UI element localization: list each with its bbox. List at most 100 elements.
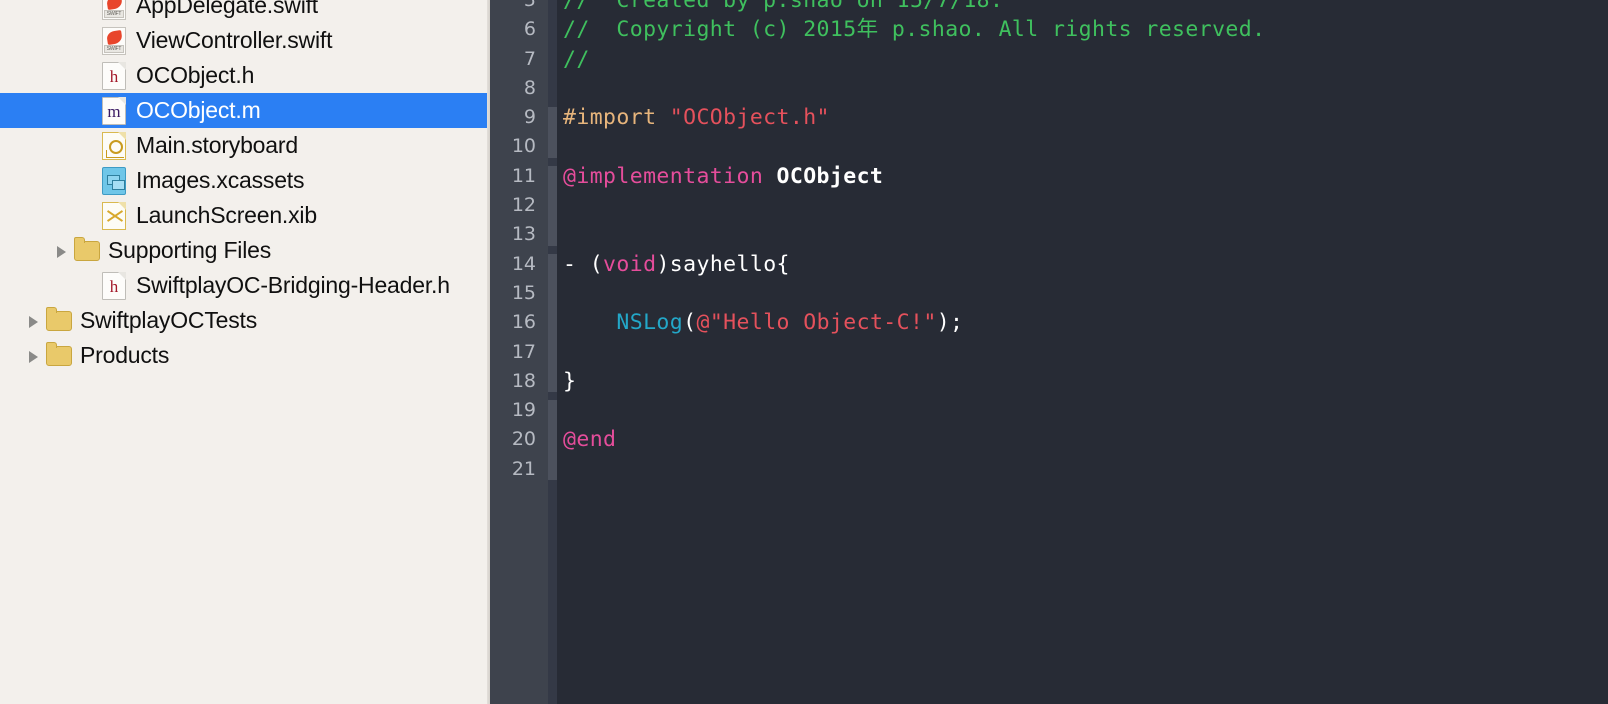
file-icon-wrap: m: [102, 96, 128, 125]
code-editor[interactable]: 5 // Created by p.shao on 15/7/18. 6 // Cop…: [490, 0, 1608, 704]
file-icon-wrap: [102, 201, 128, 230]
code-line-12[interactable]: 12: [490, 191, 1608, 220]
navigator-item-main-storyboard[interactable]: Main.storyboard: [0, 128, 490, 163]
header-file-icon: h: [102, 271, 126, 300]
file-icon-wrap: [102, 131, 128, 160]
navigator-item-supporting-files[interactable]: Supporting Files: [0, 233, 490, 268]
code-line-13[interactable]: 13: [490, 220, 1608, 249]
code-line-6[interactable]: 6 // Copyright (c) 2015年 p.shao. All righ…: [490, 15, 1608, 44]
file-icon-wrap: [74, 236, 100, 265]
line-number: 12: [511, 194, 536, 217]
code-token: @implementation: [563, 163, 777, 189]
code-token: //: [563, 46, 590, 72]
code-line-8[interactable]: 8: [490, 74, 1608, 103]
line-number: 10: [511, 135, 536, 158]
code-token: void: [603, 251, 657, 277]
code-token: #import: [563, 105, 670, 131]
code-line-20[interactable]: 20 @end: [490, 425, 1608, 454]
xib-file-icon: [102, 201, 126, 230]
navigator-item-launchscreen-xib[interactable]: LaunchScreen.xib: [0, 198, 490, 233]
navigator-item-ocobject-m[interactable]: m OCObject.m: [0, 93, 490, 128]
line-number: 9: [523, 106, 536, 129]
disclosure-triangle-icon[interactable]: [26, 348, 42, 364]
line-number: 14: [511, 252, 536, 275]
code-line-source: }: [563, 367, 576, 396]
storyboard-icon: [102, 131, 126, 160]
code-line-16[interactable]: 16 NSLog(@"Hello Object-C!");: [490, 308, 1608, 337]
code-token: );: [936, 310, 964, 336]
navigator-item-ocobject-h[interactable]: h OCObject.h: [0, 58, 490, 93]
code-line-21[interactable]: 21: [490, 455, 1608, 484]
code-token: "OCObject.h": [669, 105, 830, 131]
code-token: // Created by p.shao on 15/7/18.: [563, 0, 1004, 13]
navigator-item-products[interactable]: Products: [0, 338, 490, 373]
code-token: - (: [563, 251, 604, 277]
project-navigator-list[interactable]: SWIFT AppDelegate.swift SWIFT ViewControlle…: [0, 0, 490, 373]
folder-icon: [74, 236, 100, 261]
line-number: 5: [523, 0, 536, 11]
code-line-7[interactable]: 7 //: [490, 45, 1608, 74]
code-line-15[interactable]: 15: [490, 279, 1608, 308]
file-icon-wrap: [46, 341, 72, 370]
project-navigator[interactable]: SWIFT AppDelegate.swift SWIFT ViewControlle…: [0, 0, 490, 704]
file-icon-wrap: [102, 166, 128, 195]
code-token: // Copyright (c) 2015年 p.shao. All right…: [563, 17, 1266, 43]
disclosure-triangle-icon[interactable]: [26, 313, 42, 329]
code-line-source: // Copyright (c) 2015年 p.shao. All right…: [563, 15, 1265, 44]
file-icon-wrap: SWIFT: [102, 0, 128, 20]
code-line-11[interactable]: 11 @implementation OCObject: [490, 162, 1608, 191]
code-line-source: - (void)sayhello{: [563, 250, 790, 279]
line-number: 6: [523, 18, 536, 41]
line-number: 18: [511, 369, 536, 392]
navigator-item-viewcontroller-swift[interactable]: SWIFT ViewController.swift: [0, 23, 490, 58]
line-number: 19: [511, 399, 536, 422]
code-token: }: [563, 368, 577, 394]
swift-file-icon: SWIFT: [102, 0, 126, 20]
code-line-source: @end: [563, 425, 616, 454]
xcassets-icon: [102, 166, 126, 195]
line-number: 16: [511, 311, 536, 334]
navigator-item-images-xcassets[interactable]: Images.xcassets: [0, 163, 490, 198]
navigator-item-swiftplayoc-bridging-header-h[interactable]: h SwiftplayOC-Bridging-Header.h: [0, 268, 490, 303]
navigator-item-label: SwiftplayOCTests: [80, 307, 258, 333]
code-line-17[interactable]: 17: [490, 338, 1608, 367]
code-token: @end: [563, 427, 617, 453]
navigator-item-label: LaunchScreen.xib: [136, 202, 317, 228]
navigator-item-label: Images.xcassets: [136, 167, 305, 193]
code-line-list[interactable]: 5 // Created by p.shao on 15/7/18. 6 // Cop…: [490, 0, 1608, 484]
navigator-item-appdelegate-swift[interactable]: SWIFT AppDelegate.swift: [0, 0, 490, 23]
navigator-item-label: OCObject.m: [136, 97, 261, 123]
code-line-9[interactable]: 9 #import "OCObject.h": [490, 103, 1608, 132]
line-number: 17: [511, 340, 536, 363]
code-token: OCObject: [776, 163, 884, 189]
code-line-14[interactable]: 14 - (void)sayhello{: [490, 250, 1608, 279]
navigator-item-label: ViewController.swift: [136, 27, 333, 53]
header-file-icon: h: [102, 61, 126, 90]
line-number: 7: [523, 47, 536, 70]
navigator-item-label: AppDelegate.swift: [136, 0, 318, 18]
line-number: 11: [511, 164, 536, 187]
navigator-item-label: Supporting Files: [108, 237, 271, 263]
navigator-item-label: Products: [80, 342, 170, 368]
file-icon-wrap: h: [102, 61, 128, 90]
file-icon-wrap: SWIFT: [102, 26, 128, 55]
file-icon-wrap: [46, 306, 72, 335]
swift-file-icon: SWIFT: [102, 26, 126, 55]
navigator-item-swiftplayoctests[interactable]: SwiftplayOCTests: [0, 303, 490, 338]
code-line-10[interactable]: 10: [490, 132, 1608, 161]
disclosure-triangle-icon[interactable]: [54, 243, 70, 259]
code-line-5[interactable]: 5 // Created by p.shao on 15/7/18.: [490, 0, 1608, 15]
line-number: 13: [511, 223, 536, 246]
code-line-19[interactable]: 19: [490, 396, 1608, 425]
code-token: NSLog: [616, 310, 684, 336]
folder-icon: [46, 306, 72, 331]
code-line-18[interactable]: 18}: [490, 367, 1608, 396]
navigator-item-label: Main.storyboard: [136, 132, 298, 158]
